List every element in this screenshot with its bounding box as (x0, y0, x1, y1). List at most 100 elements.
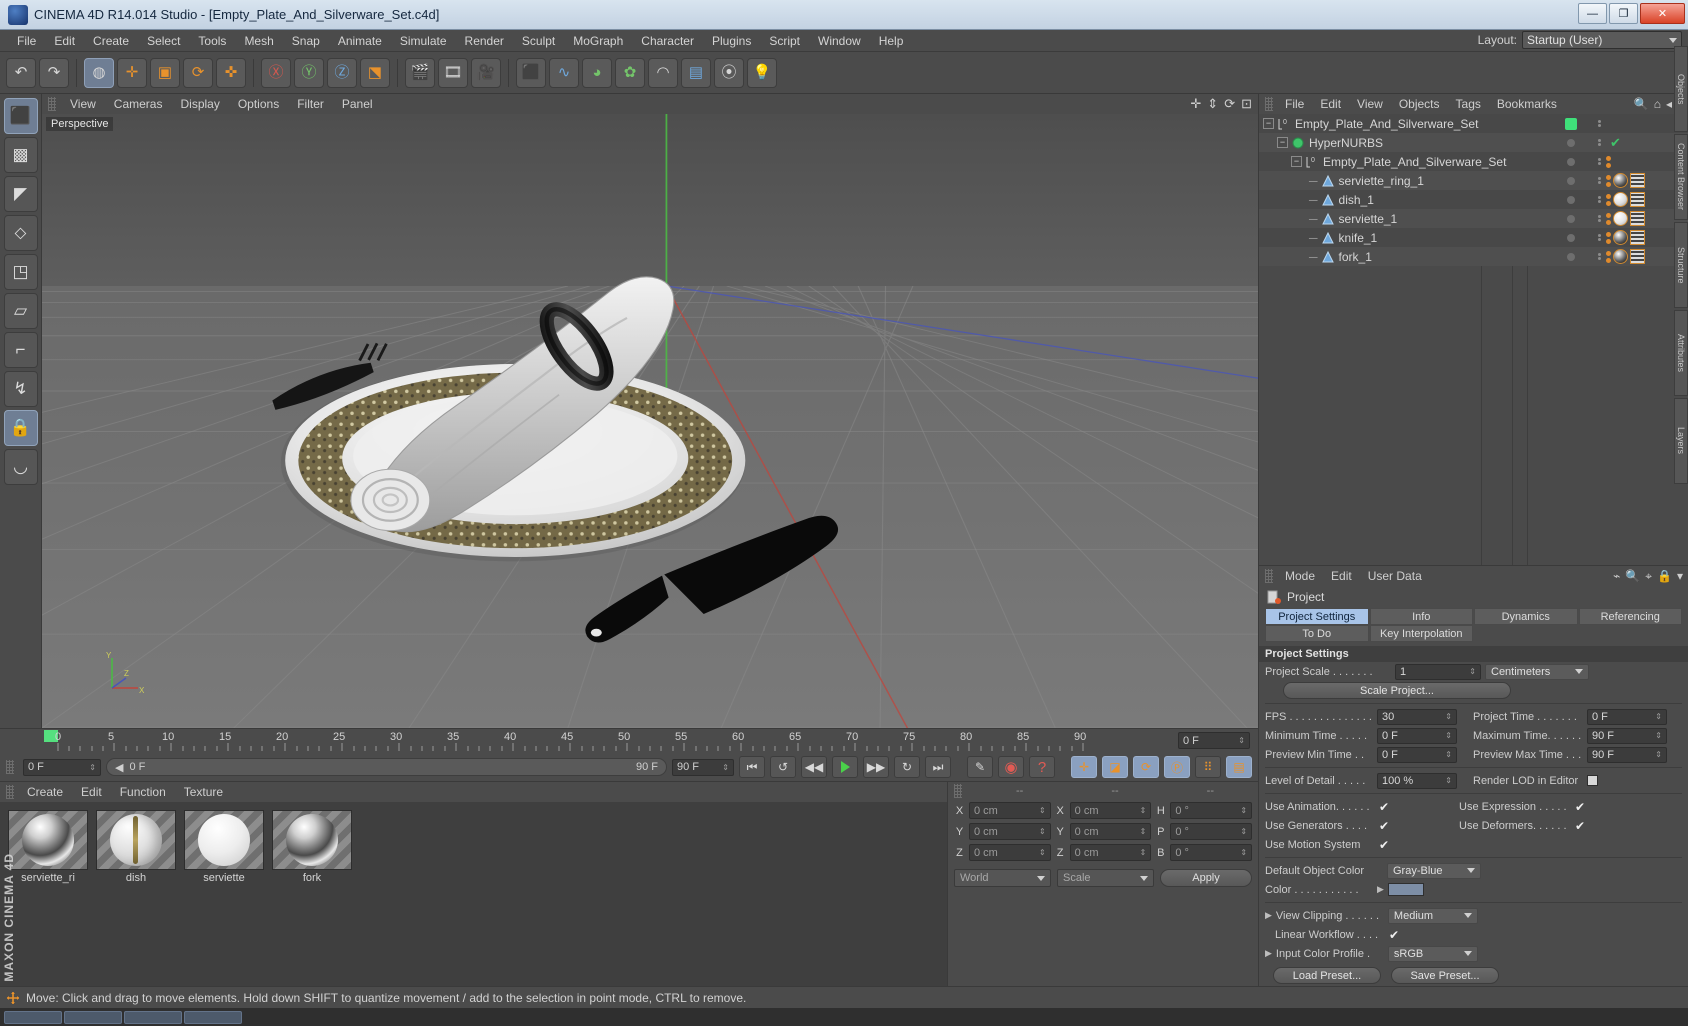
attributes-grip-icon[interactable] (1265, 569, 1273, 583)
viewport-menu-display[interactable]: Display (172, 94, 227, 114)
viewport-menu-options[interactable]: Options (230, 94, 287, 114)
apply-button[interactable]: Apply (1160, 869, 1252, 887)
visibility-dot[interactable] (1567, 138, 1575, 147)
object-manager-grip-icon[interactable] (1265, 97, 1273, 111)
use-expression-checkbox[interactable]: ✔ (1573, 800, 1587, 814)
rotation-p-field[interactable]: 0 ° ⇕ (1170, 823, 1253, 840)
points-mode-button[interactable]: ⬦ (3, 215, 38, 251)
scale-key-button[interactable]: ◪ (1102, 756, 1128, 778)
rotation-key-button[interactable]: ⟳ (1133, 756, 1159, 778)
material-menu-function[interactable]: Function (111, 782, 175, 802)
scrub-left-icon[interactable]: ◀ (115, 761, 123, 774)
menu-render[interactable]: Render (456, 30, 513, 52)
object-visibility-dots[interactable] (1548, 233, 1594, 242)
z-axis-lock-button[interactable]: Ⓩ (327, 57, 357, 88)
material-menu-edit[interactable]: Edit (72, 782, 111, 802)
expand-arrow-icon[interactable]: ▶ (1377, 884, 1384, 895)
om-menu-objects[interactable]: Objects (1391, 94, 1448, 114)
magnet-button[interactable]: ◡ (3, 449, 38, 485)
search-icon[interactable]: 🔍 (1625, 569, 1640, 584)
axis-move-button[interactable]: ✜ (216, 57, 246, 88)
tab-to-do[interactable]: To Do (1265, 625, 1369, 642)
material-thumbnail[interactable] (184, 810, 264, 870)
default-object-color-dropdown[interactable]: Gray-Blue (1387, 862, 1481, 879)
menu-character[interactable]: Character (632, 30, 703, 52)
dock-tab-structure[interactable]: Structure (1674, 222, 1688, 308)
material-tag-icon[interactable] (1613, 249, 1628, 264)
y-axis-lock-button[interactable]: Ⓨ (294, 57, 324, 88)
coordinates-grip-icon[interactable] (954, 784, 962, 798)
viewport-menu-cameras[interactable]: Cameras (106, 94, 171, 114)
object-row-fork[interactable]: ─ fork_1 (1259, 247, 1688, 266)
position-z-field[interactable]: 0 cm ⇕ (969, 844, 1051, 861)
edges-mode-button[interactable]: ◳ (3, 254, 38, 290)
material-item[interactable]: serviette (184, 810, 264, 884)
animation-curve-icon[interactable]: ⌁ (1613, 569, 1620, 584)
size-z-field[interactable]: 0 cm ⇕ (1069, 844, 1152, 861)
maximize-view-icon[interactable]: ⊡ (1241, 96, 1252, 112)
material-thumbnail[interactable] (272, 810, 352, 870)
size-mode-dropdown[interactable]: Scale (1057, 869, 1154, 887)
visibility-dot[interactable] (1567, 176, 1575, 185)
rotation-b-field[interactable]: 0 ° ⇕ (1170, 844, 1253, 861)
fps-field[interactable]: 30 ⇕ (1377, 708, 1457, 725)
dock-tab-objects[interactable]: Objects (1674, 46, 1688, 132)
material-tag-icon[interactable] (1613, 211, 1628, 226)
redo-button[interactable]: ↷ (39, 57, 69, 88)
menu-script[interactable]: Script (760, 30, 809, 52)
taskbar-item[interactable] (184, 1010, 242, 1024)
expand-arrow-icon-2[interactable]: ▶ (1265, 910, 1272, 921)
material-menu-create[interactable]: Create (18, 782, 72, 802)
play-forward-button[interactable]: ↻ (894, 756, 920, 778)
minimum-time-field[interactable]: 0 F ⇕ (1377, 727, 1457, 744)
point-level-animation-button[interactable]: ⠿ (1195, 756, 1221, 778)
om-menu-bookmarks[interactable]: Bookmarks (1489, 94, 1565, 114)
pin-icon[interactable]: ⌖ (1645, 569, 1652, 584)
menu-mesh[interactable]: Mesh (235, 30, 282, 52)
object-visibility-dots[interactable] (1548, 214, 1594, 223)
scale-tool-button[interactable]: ▣ (150, 57, 180, 88)
maximize-button[interactable]: ❐ (1609, 3, 1638, 24)
uvw-tag-icon[interactable] (1630, 211, 1645, 226)
add-nurbs-button[interactable]: ◕ (582, 57, 612, 88)
om-menu-file[interactable]: File (1277, 94, 1312, 114)
view-clipping-dropdown[interactable]: Medium (1387, 907, 1478, 924)
search-icon[interactable]: 🔍 (1634, 97, 1649, 111)
om-menu-edit[interactable]: Edit (1312, 94, 1349, 114)
material-grip-icon[interactable] (6, 785, 14, 799)
rotate-view-icon[interactable]: ⟳ (1224, 96, 1235, 112)
tab-dynamics[interactable]: Dynamics (1474, 608, 1578, 625)
project-scale-field[interactable]: 1 ⇕ (1395, 663, 1481, 680)
object-row-serviette-ring[interactable]: ─ serviette_ring_1 (1259, 171, 1688, 190)
attr-menu-mode[interactable]: Mode (1277, 566, 1323, 586)
uvw-tag-icon[interactable] (1630, 173, 1645, 188)
move-view-icon[interactable]: ✛ (1190, 96, 1201, 112)
dock-tab-layers[interactable]: Layers (1674, 398, 1688, 484)
move-tool-button[interactable]: ✛ (117, 57, 147, 88)
project-scale-unit-dropdown[interactable]: Centimeters (1485, 663, 1589, 680)
panel-grip-icon[interactable] (48, 97, 56, 111)
position-x-field[interactable]: 0 cm ⇕ (969, 802, 1051, 819)
coordinate-system-dropdown[interactable]: World (954, 869, 1051, 887)
collapse-icon[interactable]: ◂ (1666, 97, 1672, 111)
object-row-root[interactable]: − 0 Empty_Plate_And_Silverware_Set (1259, 114, 1688, 133)
tab-project-settings[interactable]: Project Settings (1265, 608, 1369, 625)
load-preset-button[interactable]: Load Preset... (1273, 967, 1381, 984)
viewport-menu-filter[interactable]: Filter (289, 94, 332, 114)
menu-window[interactable]: Window (809, 30, 870, 52)
save-preset-button[interactable]: Save Preset... (1391, 967, 1499, 984)
object-visibility-dots[interactable] (1548, 157, 1594, 166)
menu-sculpt[interactable]: Sculpt (513, 30, 564, 52)
material-tag-icon[interactable] (1613, 173, 1628, 188)
tab-info[interactable]: Info (1369, 608, 1473, 625)
stepper-icon-2[interactable]: ⇕ (89, 763, 96, 772)
render-view-button[interactable]: 🎬 (405, 57, 435, 88)
rotate-tool-button[interactable]: ⟳ (183, 57, 213, 88)
range-end-field[interactable]: 90 F ⇕ (672, 758, 734, 776)
current-frame-field[interactable]: 0 F ⇕ (23, 758, 101, 776)
goto-start-button[interactable]: ⏮ (739, 756, 765, 778)
expand-arrow-icon-3[interactable]: ▶ (1265, 948, 1272, 959)
menu-help[interactable]: Help (870, 30, 913, 52)
project-time-field[interactable]: 0 F ⇕ (1587, 708, 1667, 725)
live-selection-button[interactable]: ◍ (84, 57, 114, 88)
